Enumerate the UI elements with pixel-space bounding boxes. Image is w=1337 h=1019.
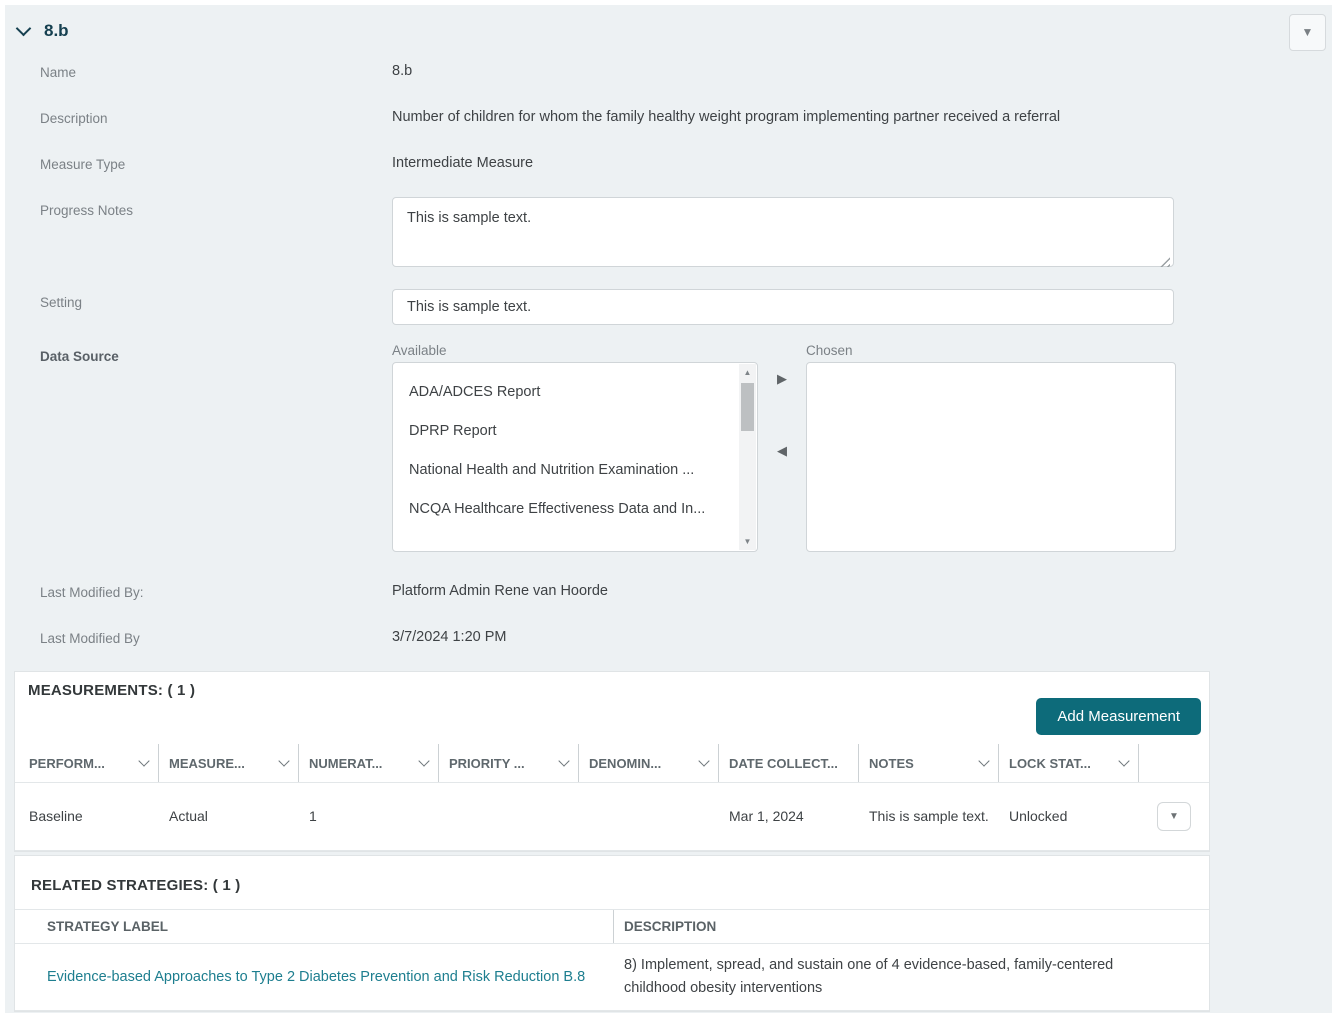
form-row-description: Description Number of children for whom … [5, 105, 1332, 139]
form-row-progress-notes: Progress Notes This is sample text. [5, 197, 1332, 277]
form-row-data-source: Data Source Available ADA/ADCES Report D… [5, 343, 1332, 567]
cell-actions: ▼ [1139, 802, 1209, 831]
available-listbox[interactable]: ADA/ADCES Report DPRP Report National He… [392, 362, 758, 552]
cell-lock-status: Unlocked [999, 805, 1139, 827]
list-item[interactable]: NCQA Healthcare Effectiveness Data and I… [409, 490, 733, 529]
measurements-title: MEASUREMENTS: ( 1 ) [28, 682, 195, 699]
measurements-card: MEASUREMENTS: ( 1 ) Add Measurement PERF… [14, 671, 1210, 852]
measurements-table-header: PERFORM... MEASURE... NUMERAT... PRIORIT… [15, 744, 1209, 783]
column-header-lock-status[interactable]: LOCK STAT... [999, 744, 1139, 782]
measure-form: Name 8.b Description Number of children … [5, 47, 1332, 659]
strategies-table-header: STRATEGY LABEL DESCRIPTION [15, 909, 1209, 944]
chosen-label: Chosen [806, 343, 1176, 358]
form-row-setting: Setting [5, 289, 1332, 331]
list-item[interactable]: DPRP Report [409, 412, 733, 451]
cell-strategy-description: 8) Implement, spread, and sustain one of… [614, 944, 1209, 1010]
description-value: Number of children for whom the family h… [392, 105, 1060, 125]
cell-strategy-label: Evidence-based Approaches to Type 2 Diab… [15, 944, 614, 1010]
column-header-numerator[interactable]: NUMERAT... [299, 744, 439, 782]
cell-performance: Baseline [19, 805, 159, 827]
available-label: Available [392, 343, 758, 358]
header-menu-button[interactable]: ▼ [1289, 14, 1326, 51]
last-modified-by-name-value: Platform Admin Rene van Hoorde [392, 579, 608, 599]
move-right-icon[interactable]: ▶ [777, 371, 787, 387]
last-modified-by-date-value: 3/7/2024 1:20 PM [392, 625, 506, 645]
row-menu-button[interactable]: ▼ [1157, 802, 1191, 831]
related-strategies-title: RELATED STRATEGIES: ( 1 ) [31, 877, 240, 894]
column-header-denominator[interactable]: DENOMIN... [579, 744, 719, 782]
chevron-down-icon[interactable] [978, 755, 989, 766]
chevron-down-icon[interactable] [558, 755, 569, 766]
scrollbar-thumb[interactable] [741, 383, 754, 431]
cell-notes: This is sample text. [859, 805, 999, 827]
chevron-down-icon[interactable] [1118, 755, 1129, 766]
scroll-down-icon[interactable]: ▼ [739, 533, 756, 550]
collapse-chevron-icon[interactable] [16, 20, 32, 36]
progress-notes-wrap: This is sample text. [392, 197, 1174, 272]
list-item[interactable]: National Health and Nutrition Examinatio… [409, 451, 733, 490]
cell-measurement: Actual [159, 805, 299, 827]
page-title: 8.b [44, 21, 69, 41]
data-source-duallist: Available ADA/ADCES Report DPRP Report N… [392, 343, 1176, 552]
last-modified-by-date-label: Last Modified By [5, 625, 392, 646]
column-header-notes[interactable]: NOTES [859, 744, 999, 782]
measurements-header: MEASUREMENTS: ( 1 ) Add Measurement [15, 672, 1209, 744]
related-strategies-header: RELATED STRATEGIES: ( 1 ) [15, 856, 1209, 909]
strategy-description-text: 8) Implement, spread, and sustain one of… [624, 954, 1144, 1000]
cell-numerator: 1 [299, 805, 439, 827]
form-row-last-modified-by-name: Last Modified By: Platform Admin Rene va… [5, 579, 1332, 613]
panel-header: 8.b ▼ [5, 5, 1332, 47]
setting-input[interactable] [392, 289, 1174, 325]
column-header-description: DESCRIPTION [614, 910, 1209, 943]
list-item[interactable]: ADA/ADCES Report [409, 373, 733, 412]
chevron-down-icon[interactable] [278, 755, 289, 766]
related-strategies-card: RELATED STRATEGIES: ( 1 ) STRATEGY LABEL… [14, 855, 1210, 1012]
name-value: 8.b [392, 59, 412, 79]
chevron-down-icon[interactable] [138, 755, 149, 766]
setting-label: Setting [5, 289, 392, 310]
data-source-label: Data Source [5, 343, 392, 364]
table-row: Baseline Actual 1 Mar 1, 2024 This is sa… [15, 783, 1209, 851]
duallist-arrows: ▶ ◀ [758, 343, 806, 552]
scrollbar[interactable]: ▲ ▼ [739, 364, 756, 550]
move-left-icon[interactable]: ◀ [777, 443, 787, 459]
strategy-link[interactable]: Evidence-based Approaches to Type 2 Diab… [47, 969, 585, 985]
measure-detail-panel: 8.b ▼ Name 8.b Description Number of chi… [5, 5, 1332, 1013]
progress-notes-label: Progress Notes [5, 197, 392, 218]
form-row-last-modified-by-date: Last Modified By 3/7/2024 1:20 PM [5, 625, 1332, 659]
form-row-measure-type: Measure Type Intermediate Measure [5, 151, 1332, 185]
chosen-group: Chosen [806, 343, 1176, 552]
cell-date-collected: Mar 1, 2024 [719, 805, 859, 827]
column-header-actions [1139, 744, 1209, 782]
form-row-name: Name 8.b [5, 59, 1332, 93]
description-label: Description [5, 105, 392, 126]
add-measurement-button[interactable]: Add Measurement [1036, 698, 1201, 735]
column-header-measurement[interactable]: MEASURE... [159, 744, 299, 782]
measure-type-label: Measure Type [5, 151, 392, 172]
column-header-date-collected[interactable]: DATE COLLECT... [719, 744, 859, 782]
available-items: ADA/ADCES Report DPRP Report National He… [393, 363, 757, 529]
name-label: Name [5, 59, 392, 80]
column-header-strategy-label: STRATEGY LABEL [15, 910, 614, 943]
last-modified-by-name-label: Last Modified By: [5, 579, 392, 600]
scroll-up-icon[interactable]: ▲ [739, 364, 756, 381]
column-header-priority[interactable]: PRIORITY ... [439, 744, 579, 782]
progress-notes-textarea[interactable]: This is sample text. [392, 197, 1174, 267]
table-row: Evidence-based Approaches to Type 2 Diab… [15, 944, 1209, 1011]
chevron-down-icon[interactable] [698, 755, 709, 766]
available-group: Available ADA/ADCES Report DPRP Report N… [392, 343, 758, 552]
chevron-down-icon[interactable] [418, 755, 429, 766]
measure-type-value: Intermediate Measure [392, 151, 533, 171]
chosen-listbox[interactable] [806, 362, 1176, 552]
column-header-performance[interactable]: PERFORM... [19, 744, 159, 782]
